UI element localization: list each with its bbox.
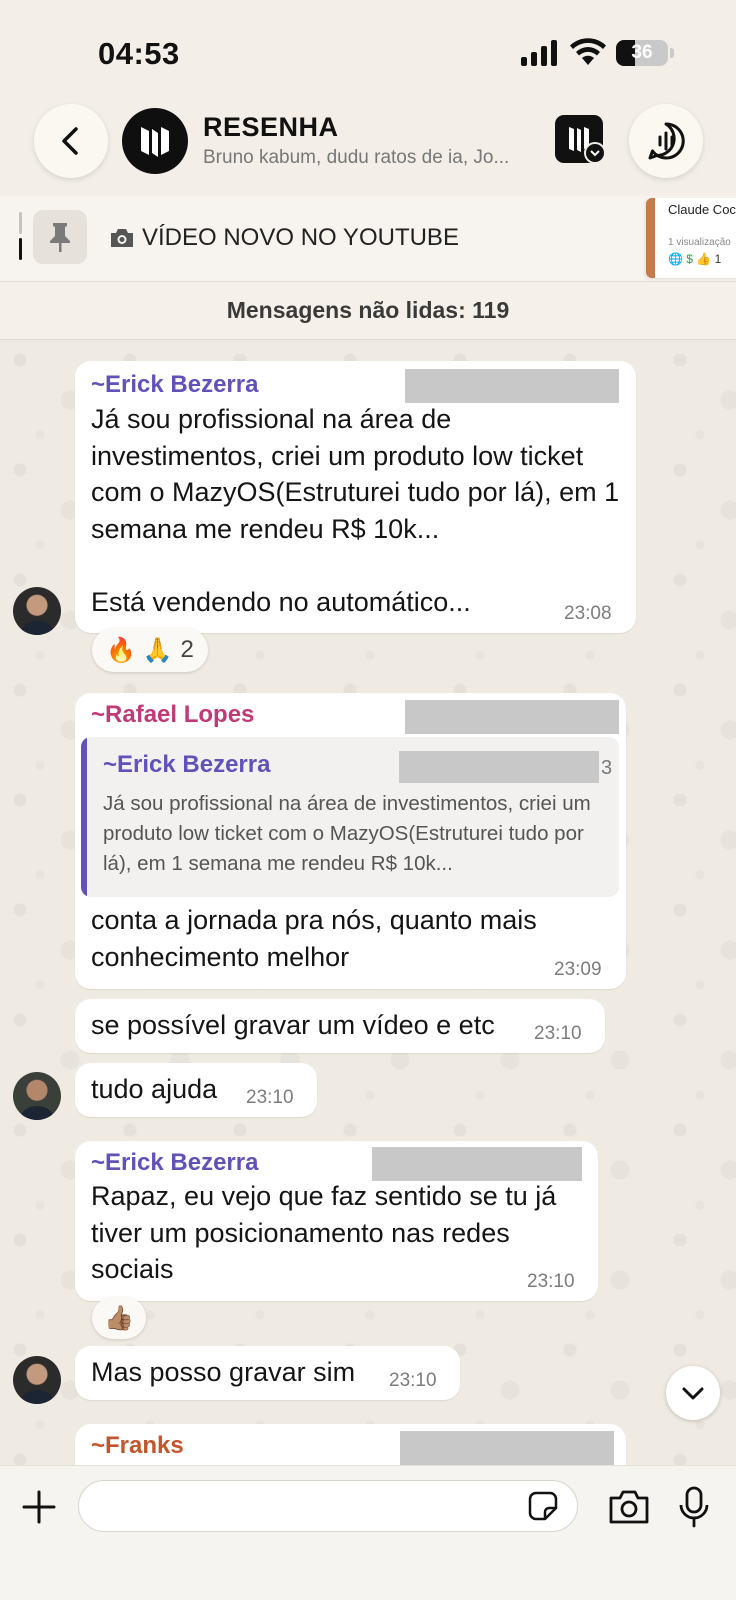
camera-icon[interactable] <box>608 1488 650 1526</box>
message-bubble[interactable]: se possível gravar um vídeo e etc 23:10 <box>75 999 605 1053</box>
back-button[interactable] <box>34 104 108 178</box>
quoted-sender: ~Erick Bezerra <box>103 751 271 778</box>
battery-icon: 36 <box>616 40 668 66</box>
chat-header: RESENHA Bruno kabum, dudu ratos de ia, J… <box>0 100 736 200</box>
message-time: 23:10 <box>534 1023 582 1044</box>
message-bubble[interactable]: ~Rafael Lopes ~Erick Bezerra 3 Já sou pr… <box>75 693 626 989</box>
message-time: 23:10 <box>527 1271 575 1292</box>
group-avatar[interactable] <box>122 108 188 174</box>
video-title: Claude Coc Completo e <box>668 202 736 217</box>
message-text: tudo ajuda <box>91 1074 218 1104</box>
signal-icon <box>521 40 559 66</box>
message-bubble[interactable]: ~Erick Bezerra Rapaz, eu vejo que faz se… <box>75 1141 598 1301</box>
message-input-bar <box>0 1465 736 1600</box>
pinned-text: VÍDEO NOVO NO YOUTUBE <box>109 224 459 252</box>
message-text: Já sou profissional na área de investime… <box>91 404 620 617</box>
redacted-phone <box>400 1431 614 1465</box>
pin-indicator-active <box>19 238 22 260</box>
group-name: RESENHA <box>203 112 339 142</box>
sender-name[interactable]: ~Franks <box>91 1432 184 1460</box>
youtube-link-card[interactable]: Claude Coc Completo e 1 visualização 🌐 $… <box>646 198 736 278</box>
status-time: 04:53 <box>98 36 180 71</box>
message-field[interactable] <box>78 1480 578 1532</box>
sender-name[interactable]: ~Rafael Lopes <box>91 701 254 729</box>
quote-bar <box>81 737 87 897</box>
message-text: se possível gravar um vídeo e etc <box>91 1010 495 1040</box>
dollar-icon: $ <box>686 252 693 266</box>
unread-messages-banner: Mensagens não lidas: 119 <box>0 282 736 340</box>
video-stats: 🌐 $ 👍 1 <box>668 252 721 266</box>
quoted-time-fragment: 3 <box>601 757 613 779</box>
message-text: Mas posso gravar sim <box>91 1357 356 1387</box>
pin-icon <box>33 210 87 264</box>
voice-chat-button[interactable] <box>629 104 703 178</box>
redacted-phone <box>405 369 619 403</box>
microphone-icon[interactable] <box>678 1486 710 1528</box>
redacted-phone <box>399 751 599 783</box>
reaction-count: 2 <box>180 636 194 663</box>
video-likes: 1 <box>714 252 722 266</box>
reaction-emojis: 👍🏽 <box>104 1304 134 1332</box>
status-bar: 04:53 36 <box>0 0 736 100</box>
message-time: 23:10 <box>389 1370 437 1391</box>
chevron-left-icon <box>62 127 78 155</box>
pin-indicator <box>19 212 22 234</box>
reaction-badge[interactable]: 🔥 🙏 2 <box>92 628 208 672</box>
avatar[interactable] <box>13 1072 61 1120</box>
sender-name[interactable]: ~Erick Bezerra <box>91 1149 258 1177</box>
battery-tip <box>670 48 674 58</box>
message-text: conta a jornada pra nós, quanto mais con… <box>91 905 537 972</box>
message-time: 23:09 <box>554 959 602 980</box>
audio-wave-icon <box>648 122 685 160</box>
message-time: 23:08 <box>564 603 612 624</box>
video-views: 1 visualização <box>668 237 731 248</box>
avatar[interactable] <box>13 1356 61 1404</box>
reaction-badge[interactable]: 👍🏽 <box>92 1297 146 1339</box>
pinned-message-text: VÍDEO NOVO NO YOUTUBE <box>142 224 459 251</box>
message-bubble[interactable]: ~Erick Bezerra Já sou profissional na ár… <box>75 361 636 633</box>
plus-icon <box>22 1490 56 1524</box>
quoted-text: Já sou profissional na área de investime… <box>103 792 591 875</box>
chevron-down-icon <box>682 1387 704 1400</box>
message-bubble[interactable]: Mas posso gravar sim 23:10 <box>75 1346 460 1400</box>
redacted-phone <box>405 700 619 734</box>
message-text: Rapaz, eu vejo que faz sentido se tu já … <box>91 1181 557 1284</box>
pinned-message-bar[interactable]: VÍDEO NOVO NO YOUTUBE Claude Coc Complet… <box>0 196 736 282</box>
reaction-emojis: 🔥 🙏 <box>106 636 173 664</box>
message-bubble[interactable]: tudo ajuda 23:10 <box>75 1063 317 1117</box>
scroll-to-bottom-button[interactable] <box>666 1366 720 1420</box>
sender-name[interactable]: ~Erick Bezerra <box>91 371 258 399</box>
message-input[interactable] <box>97 1491 507 1523</box>
avatar[interactable] <box>13 587 61 635</box>
globe-icon: 🌐 <box>668 252 683 266</box>
message-time: 23:10 <box>246 1087 294 1108</box>
thumbs-up-icon: 👍 <box>696 252 712 266</box>
battery-percent: 36 <box>631 42 653 63</box>
quoted-message[interactable]: ~Erick Bezerra 3 Já sou profissional na … <box>81 737 619 897</box>
camera-icon <box>111 229 133 247</box>
group-logo-icon <box>141 127 169 157</box>
attach-button[interactable] <box>18 1486 60 1528</box>
video-thumbnail <box>646 198 655 278</box>
wifi-icon <box>570 38 606 65</box>
redacted-phone <box>372 1147 582 1181</box>
chevron-down-icon[interactable] <box>584 142 606 164</box>
sticker-icon[interactable] <box>527 1490 559 1522</box>
chat-title-block[interactable]: RESENHA Bruno kabum, dudu ratos de ia, J… <box>203 112 543 169</box>
group-members: Bruno kabum, dudu ratos de ia, Jo... <box>203 147 510 168</box>
